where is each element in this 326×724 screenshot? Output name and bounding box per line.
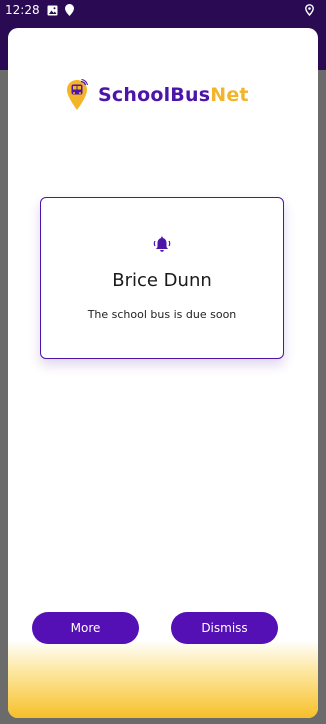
- app-name: SchoolBusNet: [98, 84, 249, 106]
- bottom-gradient: [8, 640, 318, 718]
- more-button[interactable]: More: [32, 612, 139, 644]
- app-name-part2: Net: [210, 84, 249, 106]
- app-logo: SchoolBusNet: [66, 78, 249, 112]
- notification-card: Brice Dunn The school bus is due soon: [40, 197, 284, 359]
- image-icon: [47, 5, 58, 16]
- notification-message: The school bus is due soon: [87, 308, 237, 321]
- location-outline-icon: [305, 4, 314, 16]
- app-name-part1: SchoolBus: [98, 84, 211, 106]
- school-bus-pin-icon: [67, 79, 88, 110]
- bell-icon: [153, 236, 171, 252]
- location-pin-icon: [64, 4, 74, 16]
- status-time: 12:28: [5, 3, 40, 17]
- dismiss-button[interactable]: Dismiss: [171, 612, 278, 644]
- notification-title: Brice Dunn: [112, 270, 212, 291]
